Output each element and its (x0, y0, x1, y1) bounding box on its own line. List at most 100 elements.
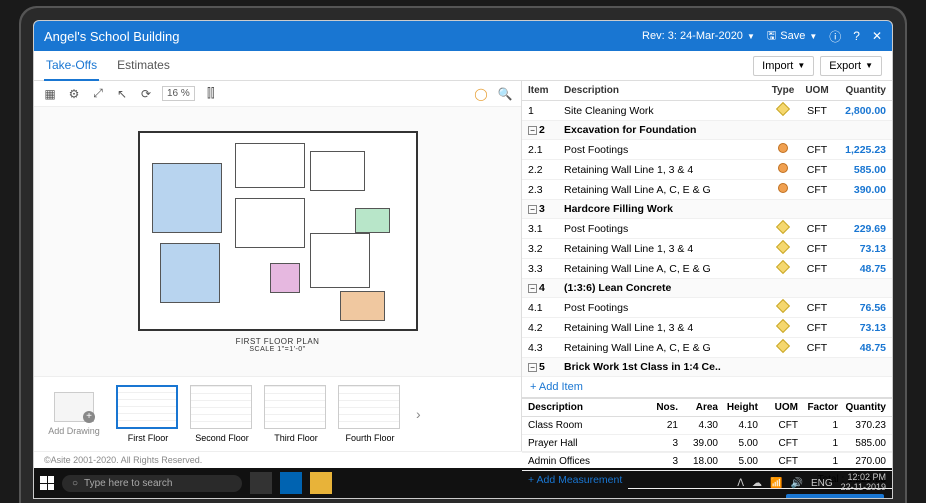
col-desc: Description (564, 85, 766, 96)
save-icon: 🖫 (767, 27, 776, 46)
rotate-icon[interactable]: ⟳ (138, 87, 154, 101)
collapse-icon[interactable]: − (528, 363, 537, 372)
taskbar-app-2[interactable] (280, 472, 302, 494)
chevron-down-icon: ▼ (809, 32, 817, 41)
area-type-icon (776, 339, 790, 353)
item-row[interactable]: −5Brick Work 1st Class in 1:4 Ce.. (522, 358, 892, 377)
save-button[interactable]: 🖫 Save ▼ (767, 27, 817, 46)
project-title: Angel's School Building (44, 29, 179, 44)
item-row[interactable]: 3.3Retaining Wall Line A, C, E & GCFT48.… (522, 259, 892, 279)
item-row[interactable]: 2.3Retaining Wall Line A, C, E & GCFT390… (522, 180, 892, 200)
export-button[interactable]: Export▼ (820, 56, 882, 76)
volume-type-icon (778, 183, 788, 193)
app-header: Angel's School Building Rev: 3: 24-Mar-2… (34, 21, 892, 51)
tab-takeoffs[interactable]: Take-Offs (44, 51, 99, 81)
volume-type-icon (778, 143, 788, 153)
volume-type-icon (778, 163, 788, 173)
quantity-link[interactable]: 76.56 (860, 302, 886, 314)
thumb-second-floor[interactable]: Second Floor (190, 385, 254, 443)
close-icon[interactable]: ✕ (872, 29, 882, 43)
item-row[interactable]: 4.1Post FootingsCFT76.56 (522, 298, 892, 318)
chevron-down-icon: ▼ (865, 61, 873, 70)
windows-search-input[interactable]: ○ Type here to search (62, 475, 242, 492)
quantity-link[interactable]: 73.13 (860, 322, 886, 334)
item-row[interactable]: 4.2Retaining Wall Line 1, 3 & 4CFT73.13 (522, 318, 892, 338)
zoom-select[interactable]: 16 % (162, 86, 195, 101)
col-qty: Quantity (834, 85, 886, 96)
col-item: Item (528, 85, 564, 96)
area-type-icon (776, 299, 790, 313)
collapse-icon[interactable]: − (528, 205, 537, 214)
quantity-link[interactable]: 229.69 (854, 223, 886, 235)
tab-estimates[interactable]: Estimates (115, 51, 172, 81)
plan-caption: FIRST FLOOR PLAN SCALE 1"=1'-0" (236, 337, 320, 353)
thumb-first-floor[interactable]: First Floor (116, 385, 180, 443)
drawing-thumbnails: Add Drawing First Floor Second Floor Thi… (34, 376, 521, 451)
import-button[interactable]: Import▼ (753, 56, 814, 76)
quantity-link[interactable]: 585.00 (854, 164, 886, 176)
floor-plan (138, 131, 418, 331)
quantity-link[interactable]: 390.00 (854, 184, 886, 196)
area-type-icon (776, 260, 790, 274)
taskbar-file-explorer[interactable] (310, 472, 332, 494)
measure-row[interactable]: Admin Offices318.005.00CFT1270.00 (522, 453, 892, 471)
quantity-link[interactable]: 2,800.00 (845, 105, 886, 117)
system-tray[interactable]: ᐱ ☁ 📶 🔊 ENG 12:02 PM 22-11-2019 (737, 473, 886, 493)
taskbar-clock[interactable]: 12:02 PM 22-11-2019 (841, 473, 886, 493)
thumbs-next-icon[interactable]: › (412, 406, 425, 422)
area-type-icon (776, 240, 790, 254)
area-type-icon (776, 220, 790, 234)
item-row[interactable]: −2Excavation for Foundation (522, 121, 892, 140)
gear-icon[interactable]: ⚙ (66, 87, 82, 101)
item-row[interactable]: −4(1:3:6) Lean Concrete (522, 279, 892, 298)
item-row[interactable]: 1Site Cleaning WorkSFT2,800.00 (522, 101, 892, 121)
windows-start-icon[interactable] (40, 476, 54, 490)
item-row[interactable]: 3.1Post FootingsCFT229.69 (522, 219, 892, 239)
layers-icon[interactable]: ⫿⫿ (203, 86, 219, 101)
taskbar-app-1[interactable] (250, 472, 272, 494)
collapse-icon[interactable]: − (528, 126, 537, 135)
area-type-icon (776, 319, 790, 333)
cloud-icon[interactable]: ☁ (752, 478, 762, 489)
item-row[interactable]: 2.2Retaining Wall Line 1, 3 & 4CFT585.00 (522, 160, 892, 180)
floor-plan-canvas[interactable]: FIRST FLOOR PLAN SCALE 1"=1'-0" (34, 107, 521, 376)
chevron-down-icon: ▼ (747, 32, 755, 41)
item-row[interactable]: 2.1Post FootingsCFT1,225.23 (522, 140, 892, 160)
highlight-icon[interactable]: ◯ (473, 87, 489, 101)
item-row[interactable]: 3.2Retaining Wall Line 1, 3 & 4CFT73.13 (522, 239, 892, 259)
quantity-link[interactable]: 1,225.23 (845, 144, 886, 156)
item-row[interactable]: 4.3Retaining Wall Line A, C, E & GCFT48.… (522, 338, 892, 358)
start-estimation-button[interactable]: Start Estimation (786, 494, 884, 499)
wifi-icon[interactable]: 📶 (770, 478, 782, 489)
volume-icon[interactable]: 🔊 (791, 478, 803, 489)
thumb-fourth-floor[interactable]: Fourth Floor (338, 385, 402, 443)
add-drawing-button[interactable]: Add Drawing (42, 392, 106, 436)
help-icon[interactable]: ? (853, 29, 860, 43)
col-type: Type (766, 85, 800, 96)
chevron-down-icon: ▼ (797, 61, 805, 70)
area-type-icon (776, 102, 790, 116)
measure-row[interactable]: Prayer Hall339.005.00CFT1585.00 (522, 435, 892, 453)
app-window: Angel's School Building Rev: 3: 24-Mar-2… (33, 20, 893, 499)
tabs-row: Take-Offs Estimates Import▼ Export▼ (34, 51, 892, 81)
search-icon[interactable]: 🔍 (497, 87, 513, 101)
measure-icon[interactable]: ⤢ (90, 86, 106, 101)
lang-indicator[interactable]: ENG (811, 478, 833, 489)
col-uom: UOM (800, 85, 834, 96)
quantity-link[interactable]: 73.13 (860, 243, 886, 255)
items-header: Item Description Type UOM Quantity (522, 81, 892, 101)
quantity-link[interactable]: 48.75 (860, 342, 886, 354)
tray-up-icon[interactable]: ᐱ (737, 478, 744, 489)
drawing-toolbar: ▦ ⚙ ⤢ ↖ ⟳ 16 % ⫿⫿ ◯ 🔍 (34, 81, 521, 107)
file-icon[interactable]: ▦ (42, 87, 58, 101)
thumb-third-floor[interactable]: Third Floor (264, 385, 328, 443)
revision-selector[interactable]: Rev: 3: 24-Mar-2020 ▼ (642, 30, 755, 42)
collapse-icon[interactable]: − (528, 284, 537, 293)
quantity-link[interactable]: 48.75 (860, 263, 886, 275)
add-measurement-button[interactable]: + Add Measurement (522, 471, 628, 489)
item-row[interactable]: −3Hardcore Filling Work (522, 200, 892, 219)
info-icon[interactable]: ⓘ (829, 28, 841, 45)
measure-row[interactable]: Class Room214.304.10CFT1370.23 (522, 417, 892, 435)
pointer-icon[interactable]: ↖ (114, 87, 130, 101)
add-item-button[interactable]: + Add Item (522, 377, 892, 398)
